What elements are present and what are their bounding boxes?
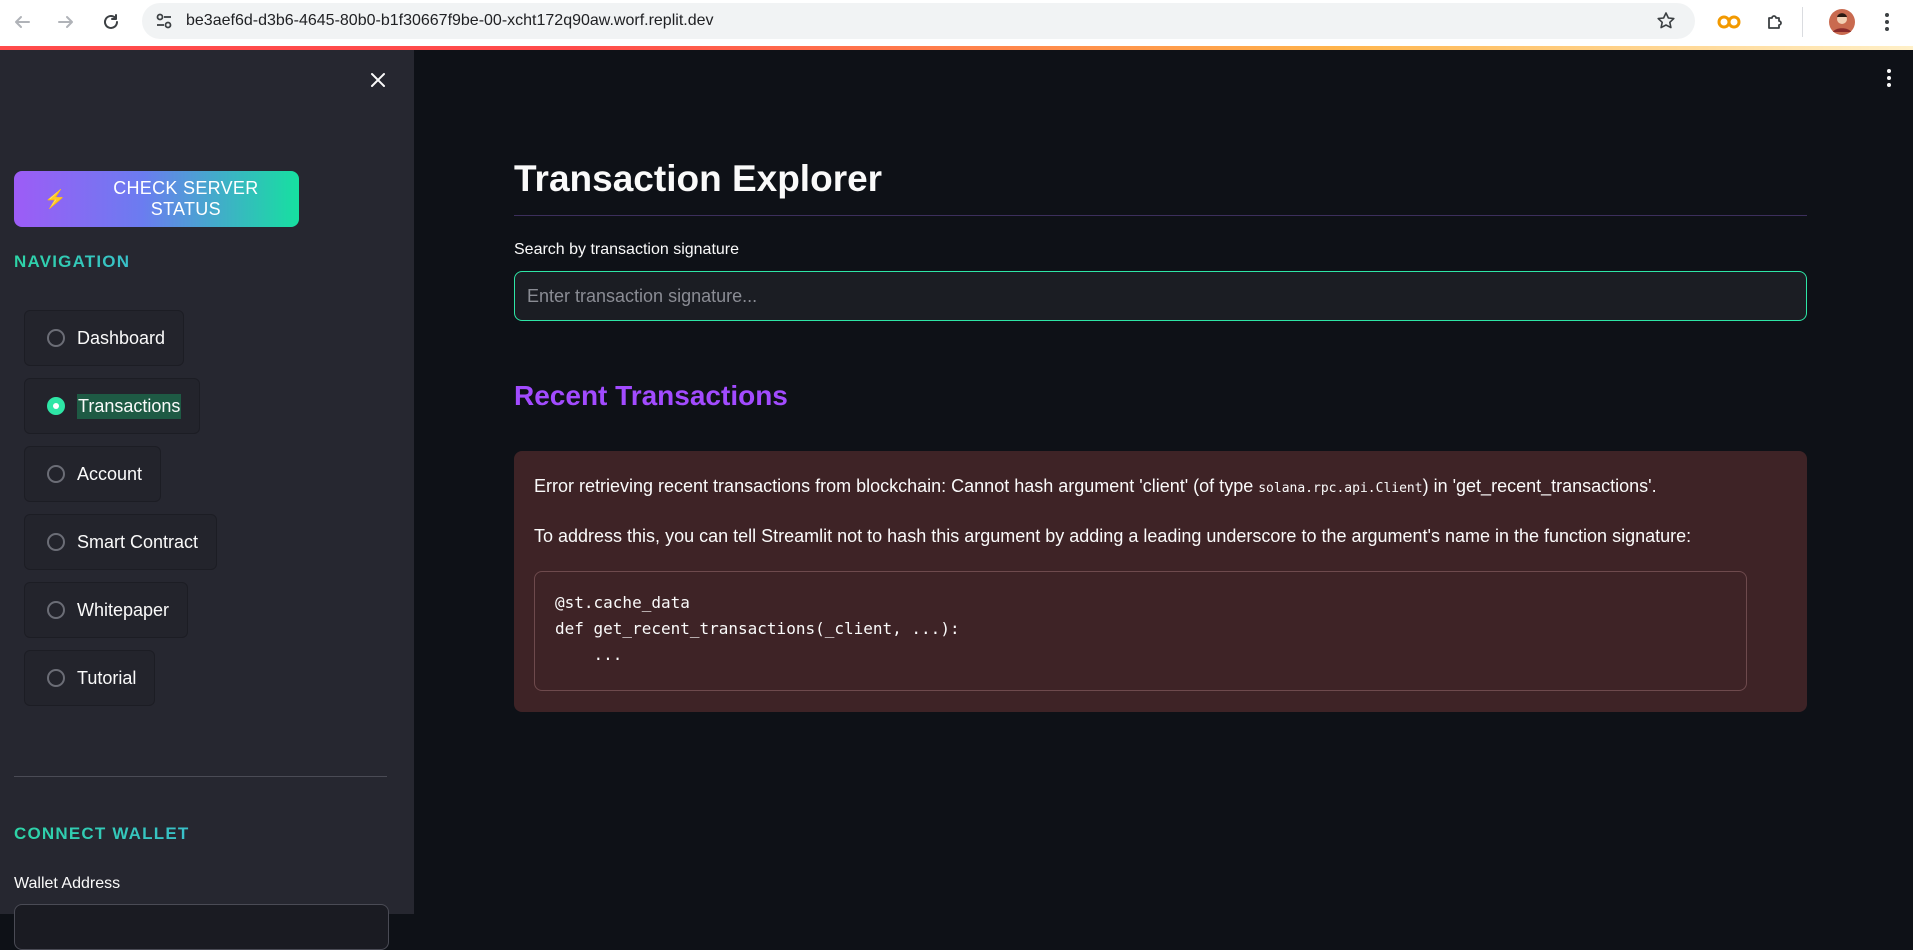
- address-bar[interactable]: be3aef6d-d3b6-4645-80b0-b1f30667f9be-00-…: [142, 3, 1695, 39]
- browser-menu-icon[interactable]: [1873, 8, 1901, 36]
- nav-label: Smart Contract: [77, 531, 199, 552]
- error-alert: Error retrieving recent transactions fro…: [514, 451, 1807, 712]
- sidebar: ⚡ CHECK SERVER STATUS NAVIGATION Dashboa…: [0, 50, 414, 950]
- recent-transactions-heading: Recent Transactions: [514, 380, 788, 411]
- browser-toolbar: be3aef6d-d3b6-4645-80b0-b1f30667f9be-00-…: [0, 0, 1913, 47]
- nav-radio-account[interactable]: Account: [24, 446, 162, 502]
- error-hint: To address this, you can tell Streamlit …: [534, 526, 1692, 546]
- main-content: Transaction Explorer Search by transacti…: [414, 50, 1913, 914]
- close-icon[interactable]: [364, 66, 392, 94]
- radio-button[interactable]: [47, 669, 65, 687]
- radio-button[interactable]: [47, 601, 65, 619]
- code-snippet: @st.cache_data def get_recent_transactio…: [534, 571, 1747, 691]
- page-title: Transaction Explorer: [514, 158, 883, 199]
- nav-label: Whitepaper: [77, 599, 170, 620]
- transaction-search-input[interactable]: [514, 271, 1807, 321]
- nav-radio-smart-contract[interactable]: Smart Contract: [24, 514, 218, 570]
- connect-wallet-heading: CONNECT WALLET: [14, 824, 190, 843]
- error-type-code: solana.rpc.api.Client: [1258, 481, 1423, 496]
- nav-radio-transactions[interactable]: Transactions: [24, 378, 201, 434]
- error-text-suffix: ) in 'get_recent_transactions'.: [1422, 476, 1657, 496]
- toolbar-divider: [1802, 7, 1803, 37]
- check-server-status-button[interactable]: ⚡ CHECK SERVER STATUS: [14, 171, 299, 227]
- nav-label: Tutorial: [77, 667, 137, 688]
- site-settings-icon[interactable]: [146, 3, 182, 39]
- radio-button[interactable]: [47, 329, 65, 347]
- title-divider: [514, 215, 1807, 216]
- navigation-heading: NAVIGATION: [14, 252, 131, 271]
- sidebar-divider: [14, 776, 387, 777]
- radio-button[interactable]: [47, 533, 65, 551]
- nav-label: Dashboard: [77, 327, 166, 348]
- error-text-prefix: Error retrieving recent transactions fro…: [534, 476, 1259, 496]
- server-button-label: CHECK SERVER STATUS: [113, 178, 259, 219]
- lightning-icon: ⚡: [44, 188, 67, 209]
- search-label: Search by transaction signature: [514, 241, 740, 258]
- profile-avatar[interactable]: [1828, 8, 1856, 36]
- reload-icon[interactable]: [97, 8, 125, 36]
- radio-button-selected[interactable]: [47, 397, 65, 415]
- forward-arrow-icon[interactable]: [52, 8, 80, 36]
- nav-radio-whitepaper[interactable]: Whitepaper: [24, 582, 189, 638]
- nav-radio-tutorial[interactable]: Tutorial: [24, 650, 156, 706]
- bookmark-star-icon[interactable]: [1655, 10, 1677, 32]
- back-arrow-icon[interactable]: [8, 8, 36, 36]
- radio-button[interactable]: [47, 465, 65, 483]
- nav-label: Account: [77, 463, 143, 484]
- more-options-icon[interactable]: [1879, 64, 1899, 92]
- url-text[interactable]: be3aef6d-d3b6-4645-80b0-b1f30667f9be-00-…: [186, 12, 714, 30]
- wallet-address-input[interactable]: [14, 904, 389, 950]
- wallet-address-label: Wallet Address: [14, 875, 121, 892]
- puzzle-icon[interactable]: [1761, 8, 1789, 36]
- extension-icon[interactable]: [1715, 8, 1743, 36]
- nav-radio-dashboard[interactable]: Dashboard: [24, 310, 185, 366]
- error-message: Error retrieving recent transactions fro…: [534, 473, 1787, 502]
- nav-label: Transactions: [77, 393, 182, 419]
